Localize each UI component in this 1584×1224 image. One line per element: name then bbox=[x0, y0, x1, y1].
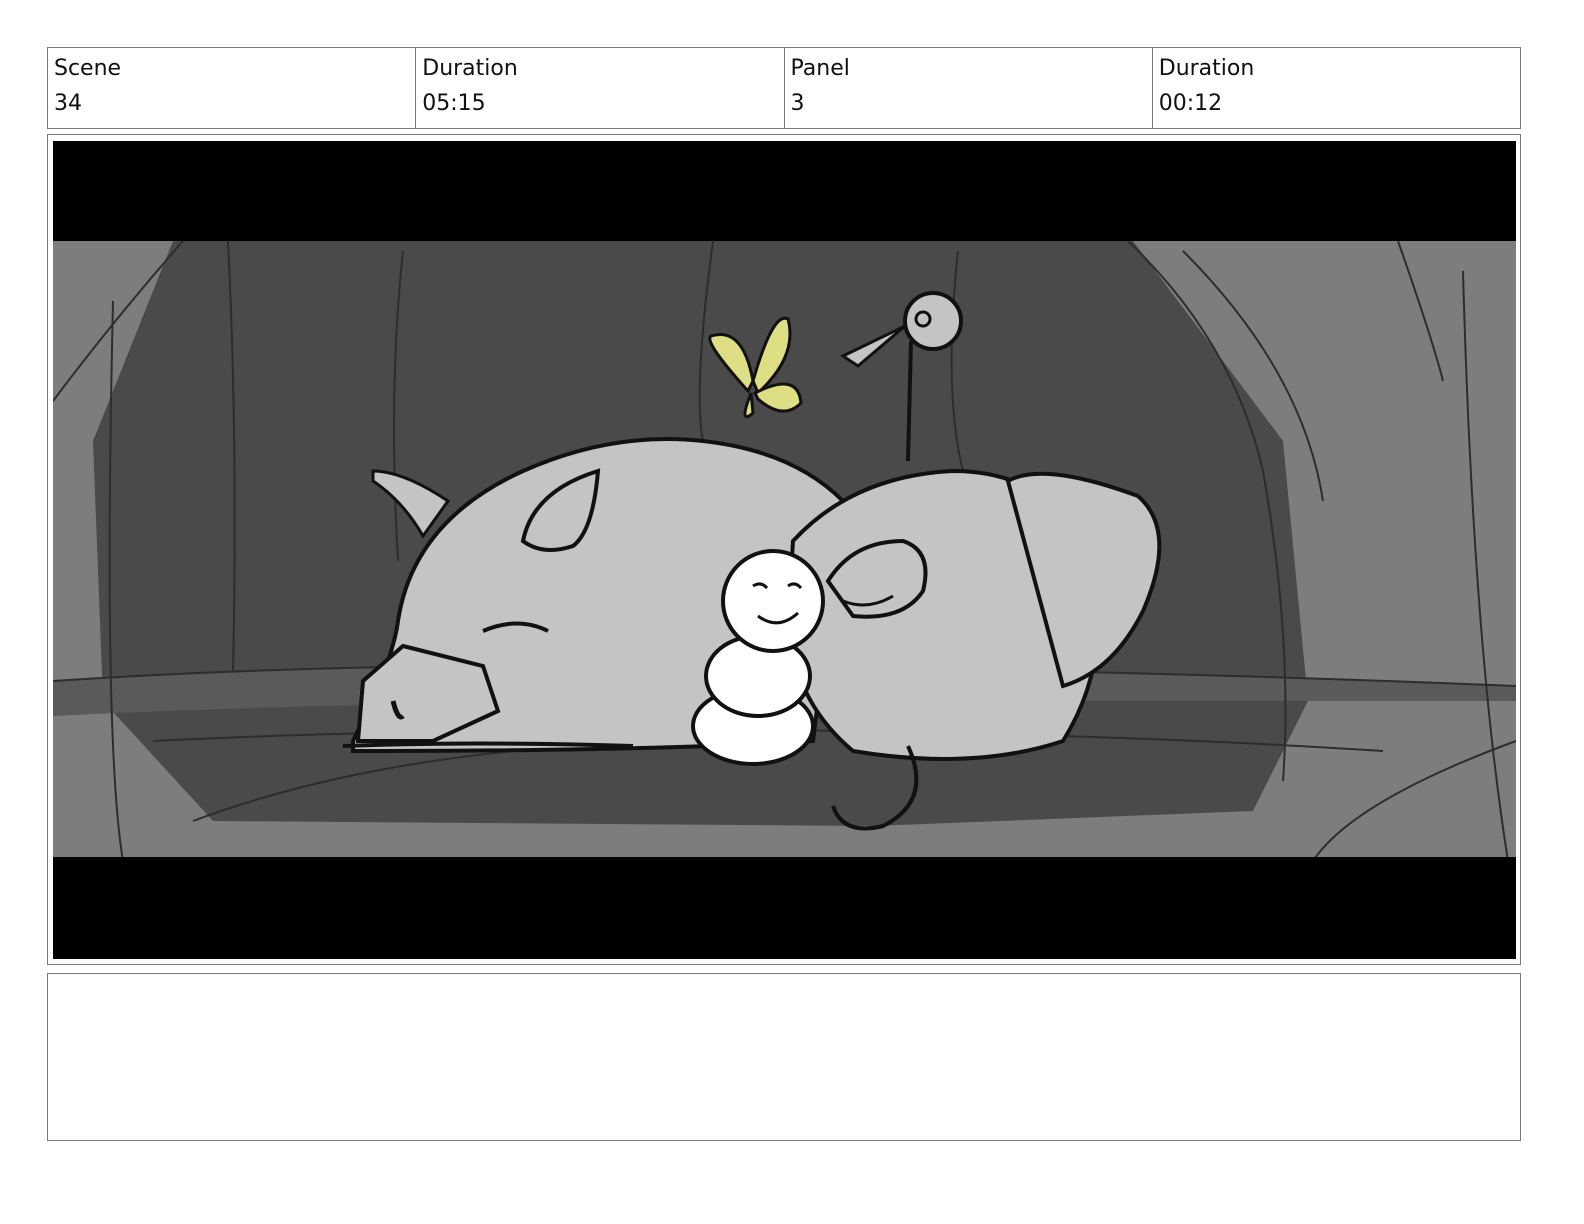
storyboard-frame bbox=[47, 134, 1521, 965]
panel-header: Scene 34 Duration 05:15 Panel 3 Duration… bbox=[47, 47, 1521, 129]
scene-value: 34 bbox=[54, 91, 82, 116]
panel-value: 3 bbox=[790, 91, 805, 116]
storyboard-sketch bbox=[53, 141, 1516, 959]
scene-duration-value: 05:15 bbox=[422, 91, 486, 116]
panel-cell: Panel 3 bbox=[785, 48, 1153, 128]
bird-head bbox=[903, 291, 963, 351]
panel-duration-value: 00:12 bbox=[1158, 91, 1223, 116]
panel-notes bbox=[47, 973, 1521, 1141]
scene-duration-cell: Duration 05:15 bbox=[416, 48, 785, 128]
panel-duration-cell: Duration 00:12 bbox=[1153, 48, 1520, 128]
letterbox-bottom bbox=[53, 857, 1516, 959]
panel-duration-label: Duration bbox=[1158, 56, 1255, 81]
scene-duration-label: Duration bbox=[422, 56, 518, 81]
scene-label: Scene bbox=[54, 56, 122, 81]
child-head bbox=[721, 549, 825, 653]
letterbox-top bbox=[53, 141, 1516, 241]
panel-label: Panel bbox=[790, 56, 850, 81]
scene-cell: Scene 34 bbox=[48, 48, 417, 128]
